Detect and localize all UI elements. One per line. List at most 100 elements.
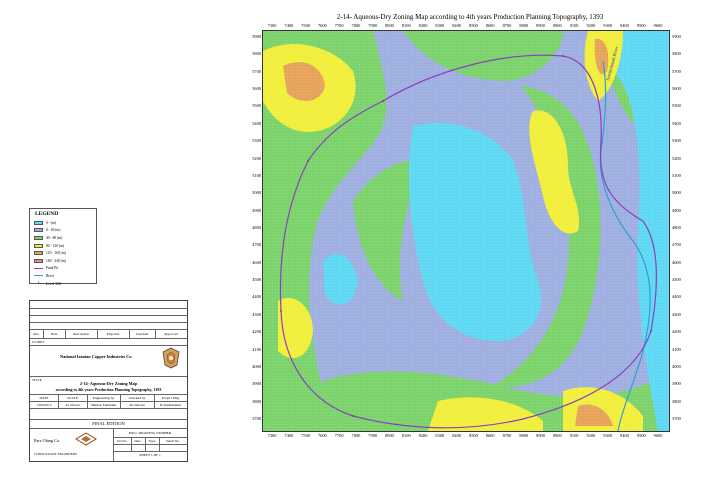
y-tick-right: 3800: [672, 398, 681, 404]
x-tick-top: 7800: [351, 23, 361, 28]
y-tick-right: 5600: [672, 86, 681, 92]
info-value-cell: Shumas Fakhrami: [90, 403, 117, 407]
y-tick-right: 5700: [672, 68, 681, 74]
x-tick-top: 8200: [418, 23, 428, 28]
x-tick-top: 8100: [401, 23, 411, 28]
x-tick-bottom: 8800: [519, 433, 529, 438]
x-tick-bottom: 8300: [435, 433, 445, 438]
legend-label: 40 - 80 (m): [46, 235, 63, 240]
legend-item: 120 - 160 (m): [34, 249, 96, 257]
legend-item: 0 - 40 (m): [34, 227, 96, 235]
legend-item: 80 - 120 (m): [34, 242, 96, 250]
y-tick-left: 4100: [252, 346, 261, 352]
map-title: 2-14- Aqueous-Dry Zoning Map according t…: [336, 13, 604, 21]
x-tick-top: 9500: [636, 23, 646, 28]
drawing-field-cell: Disc.: [134, 439, 142, 443]
legend-item: 0 - (m): [34, 219, 96, 227]
legend-label: 80 - 120 (m): [46, 243, 65, 248]
info-value-cell: R.Yazdkhokim: [160, 403, 181, 407]
y-tick-right: 4400: [672, 294, 681, 300]
x-tick-top: 8000: [385, 23, 394, 28]
x-tick-bottom: 8900: [536, 433, 545, 438]
y-tick-left: 4200: [252, 329, 261, 335]
x-tick-top: 7700: [334, 23, 344, 28]
y-tick-right: 5400: [672, 120, 681, 126]
y-tick-right: 4900: [672, 207, 681, 213]
legend-label: Final Pit: [46, 266, 59, 271]
revision-header-cell: Date: [50, 331, 58, 336]
y-tick-right: 4600: [672, 259, 681, 265]
y-tick-right: 5000: [672, 190, 681, 196]
x-tick-bottom: 8000: [385, 433, 394, 438]
x-tick-top: 8500: [469, 23, 478, 28]
x-tick-bottom: 8500: [469, 433, 478, 438]
y-tick-right: 4800: [672, 225, 681, 230]
legend-swatch: [34, 267, 43, 269]
legend-label: River: [46, 273, 54, 278]
y-tick-left: 4000: [252, 363, 261, 369]
x-tick-top: 8900: [536, 23, 545, 28]
x-tick-bottom: 7800: [351, 433, 361, 438]
legend-label: 0 - 40 (m): [46, 228, 61, 233]
legend-label: 120 - 160 (m): [46, 251, 66, 256]
y-tick-right: 3900: [672, 381, 681, 387]
sheet-number: SHEET 1 OF 1: [139, 453, 161, 457]
y-tick-left: 3900: [252, 381, 261, 387]
drawing-title-line1: 2-14- Aqueous-Dry Zoning Map: [79, 381, 138, 386]
info-value-cell: 1393/2013: [36, 403, 52, 407]
x-tick-top: 7400: [284, 23, 294, 28]
y-tick-right: 4300: [672, 311, 681, 317]
y-tick-left: 5900: [252, 34, 261, 39]
x-tick-bottom: 8400: [452, 433, 461, 438]
y-tick-right: 5500: [672, 103, 681, 109]
y-tick-left: 5700: [252, 68, 261, 74]
legend-item: • Level 3SZ: [34, 280, 96, 288]
company-name: Pars Olang Co.: [34, 438, 61, 443]
y-tick-left: 4400: [252, 294, 261, 300]
legend-swatch: [34, 243, 43, 248]
x-tick-bottom: 9600: [653, 433, 663, 438]
raster-texture: [263, 31, 669, 431]
legend-swatch: [34, 251, 43, 256]
drawing-field-cell: Job No.: [116, 439, 128, 443]
y-tick-right: 4500: [672, 277, 681, 283]
y-tick-left: 4600: [252, 259, 261, 265]
legend-swatch: [34, 228, 43, 233]
x-tick-bottom: 9100: [569, 433, 579, 438]
legend-item: River: [34, 272, 96, 280]
x-tick-top: 7900: [368, 23, 378, 28]
legend-swatch: [34, 220, 43, 225]
x-tick-bottom: 8700: [502, 433, 512, 438]
x-tick-top: 9100: [569, 23, 579, 28]
y-tick-left: 4900: [252, 207, 261, 213]
drawing-field-cell: Type: [148, 439, 156, 443]
y-tick-right: 4700: [672, 242, 681, 248]
x-tick-top: 7500: [301, 23, 310, 28]
revision-header-cell: Approved: [164, 331, 178, 336]
legend-label: 160 - 240 (m): [46, 258, 66, 263]
legend-items: 0 - (m) 0 - 40 (m) 40 - 80 (m) 80 - 120 (m)…: [30, 219, 96, 287]
y-tick-right: 5300: [672, 138, 681, 144]
x-tick-top: 8300: [435, 23, 445, 28]
y-tick-left: 5800: [252, 51, 261, 57]
legend-title: LEGEND: [35, 211, 59, 217]
legend-label: Level 3SZ: [46, 281, 62, 286]
info-header-cell: Engineering by: [92, 396, 115, 400]
x-tick-bottom: 9300: [603, 433, 613, 438]
x-tick-bottom: 9200: [586, 433, 596, 438]
y-tick-left: 3800: [252, 398, 261, 404]
info-header-cell: SCALE: [66, 396, 79, 400]
y-tick-right: 4000: [672, 363, 681, 369]
y-tick-right: 5100: [672, 172, 681, 178]
drawing-title-line2: according to 4th years Production Planni…: [55, 387, 162, 392]
y-tick-right: 4200: [672, 329, 681, 335]
info-header-cell: DATE: [39, 396, 49, 400]
x-tick-top: 9300: [603, 23, 613, 28]
legend-swatch: [34, 235, 43, 240]
info-header-cell: Project Mng: [161, 396, 180, 400]
x-tick-top: 8800: [519, 23, 529, 28]
drawing-field-cell: Serial No.: [165, 439, 181, 443]
legend-item: 40 - 80 (m): [34, 234, 96, 242]
y-tick-left: 4800: [252, 225, 261, 230]
x-tick-top: 9200: [586, 23, 596, 28]
